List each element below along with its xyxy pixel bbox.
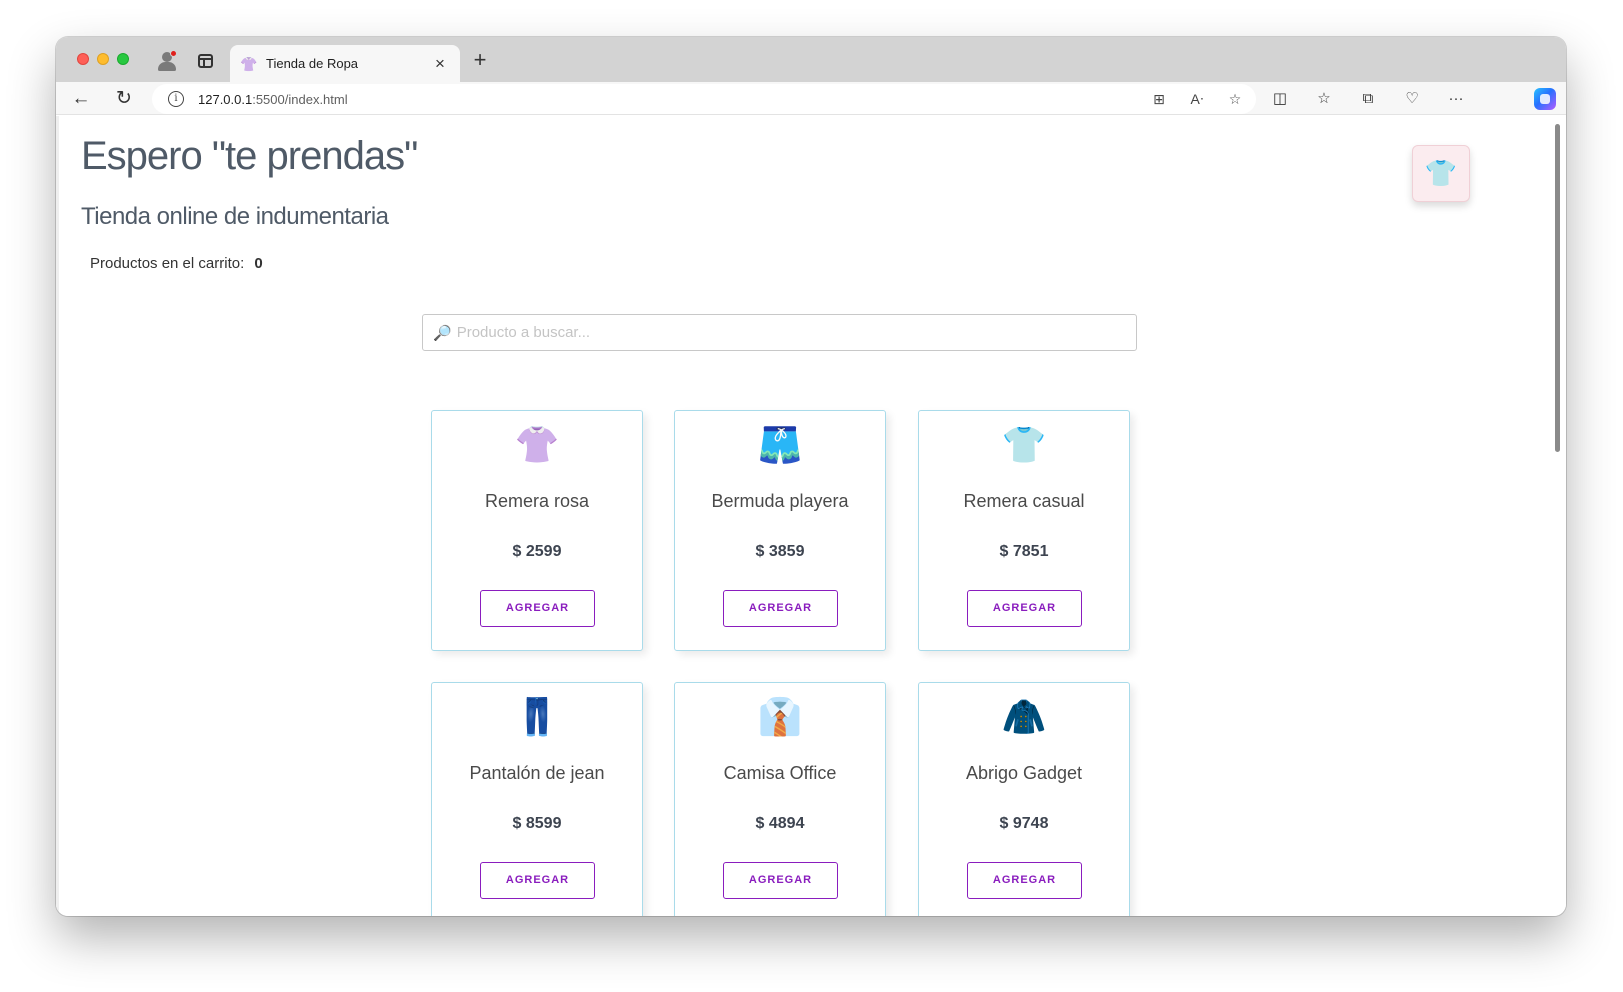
collections-icon[interactable]: ⧉ [1358,90,1378,108]
tab-favicon-icon: 👚 [240,55,258,72]
product-name: Remera rosa [484,491,590,511]
minimize-window-button[interactable] [97,53,109,65]
product-price: $ 9748 [999,815,1049,832]
browser-essentials-icon[interactable]: ♡ [1402,90,1422,108]
maximize-window-button[interactable] [117,53,129,65]
more-menu-icon[interactable]: ··· [1446,90,1466,108]
product-name: Bermuda playera [711,491,849,511]
product-price: $ 8599 [512,815,562,832]
necktie-shirt-icon: 👔 [757,696,803,737]
coat-icon: 🧥 [1001,696,1047,737]
address-bar[interactable]: i 127.0.0.1:5500/index.html ⊞ Aᐧ ☆ [152,84,1256,114]
page-subtitle: Tienda online de indumentaria [81,203,389,230]
product-name: Camisa Office [723,763,837,783]
jeans-icon: 👖 [514,696,560,737]
cart-count-label: Productos en el carrito: [90,255,245,272]
search-box[interactable]: 🔎 [422,314,1137,351]
profile-icon[interactable] [156,50,178,72]
search-icon: 🔎 [433,324,452,342]
clothes-cart-icon: 👕 [1424,158,1458,188]
product-price: $ 4894 [755,815,805,832]
url-host: 127.0.0.1 [198,91,253,107]
tshirt-icon: 👕 [1001,424,1047,465]
site-info-icon[interactable]: i [168,91,184,107]
add-to-cart-button[interactable]: AGREGAR [480,590,595,627]
tab-close-icon[interactable]: × [432,54,448,74]
copilot-icon[interactable] [1534,88,1556,110]
product-price: $ 3859 [755,543,805,560]
product-price: $ 2599 [512,543,562,560]
product-card: 👔 Camisa Office $ 4894 AGREGAR [674,682,886,916]
split-screen-icon[interactable]: ◫ [1270,90,1290,108]
product-card: 🧥 Abrigo Gadget $ 9748 AGREGAR [918,682,1130,916]
cart-count-value: 0 [254,255,263,272]
add-to-cart-button[interactable]: AGREGAR [480,862,595,899]
browser-toolbar: ← ↻ i 127.0.0.1:5500/index.html ⊞ Aᐧ ☆ ◫… [56,82,1566,115]
favorite-star-icon[interactable]: ☆ [1226,90,1244,108]
tab-strip: 👚 Tienda de Ropa × + [56,37,1566,82]
product-card: 🩳 Bermuda playera $ 3859 AGREGAR [674,410,886,651]
back-button[interactable]: ← [68,86,94,112]
cart-count: Productos en el carrito: 0 [90,255,263,272]
product-card: 👖 Pantalón de jean $ 8599 AGREGAR [431,682,643,916]
url-path: :5500/index.html [252,91,348,107]
new-tab-button[interactable]: + [468,49,492,73]
tab-tienda-de-ropa[interactable]: 👚 Tienda de Ropa × [230,45,460,82]
add-to-cart-button[interactable]: AGREGAR [967,590,1082,627]
tab-title: Tienda de Ropa [266,56,359,71]
cart-button[interactable]: 👕 [1412,145,1470,202]
vertical-scrollbar[interactable] [1553,118,1562,908]
search-input[interactable] [456,324,1097,341]
product-card: 👚 Remera rosa $ 2599 AGREGAR [431,410,643,651]
add-to-cart-button[interactable]: AGREGAR [723,590,838,627]
product-name: Abrigo Gadget [965,763,1083,783]
app-available-icon[interactable]: ⊞ [1150,90,1168,108]
add-to-cart-button[interactable]: AGREGAR [967,862,1082,899]
favorites-icon[interactable]: ☆ [1314,90,1334,108]
browser-window: 👚 Tienda de Ropa × + ← ↻ i 127.0.0.1:550… [56,37,1566,916]
product-price: $ 7851 [999,543,1049,560]
product-name: Remera casual [963,491,1085,511]
product-card: 👕 Remera casual $ 7851 AGREGAR [918,410,1130,651]
blouse-icon: 👚 [514,424,560,465]
close-window-button[interactable] [77,53,89,65]
url-text: 127.0.0.1:5500/index.html [198,92,348,107]
reload-button[interactable]: ↻ [111,86,137,112]
product-name: Pantalón de jean [469,763,605,783]
page-title: Espero "te prendas" [81,134,418,178]
read-aloud-icon[interactable]: Aᐧ [1188,90,1206,108]
add-to-cart-button[interactable]: AGREGAR [723,862,838,899]
scrollbar-thumb[interactable] [1555,124,1560,452]
tab-actions-icon[interactable] [194,50,216,72]
page-viewport: Espero "te prendas" Tienda online de ind… [56,116,1566,916]
shorts-icon: 🩳 [757,424,803,465]
